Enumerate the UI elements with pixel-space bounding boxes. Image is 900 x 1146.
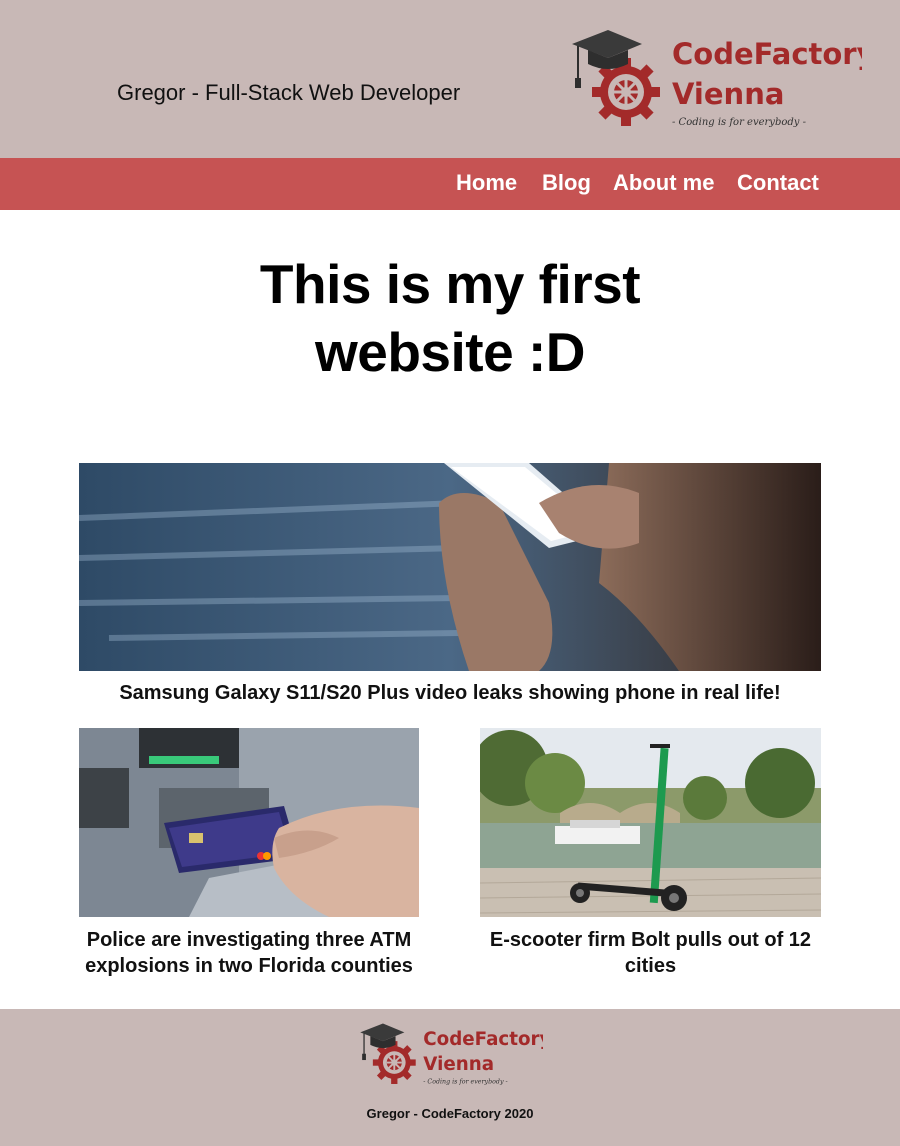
article-title[interactable]: E-scooter firm Bolt pulls out of 12 citi… [480, 927, 821, 979]
nav-home-link[interactable]: Home [456, 170, 517, 196]
codefactory-logo[interactable]: CodeFactory Vienna - Coding is for every… [570, 28, 862, 132]
article-card-atm[interactable]: Police are investigating three ATM explo… [79, 728, 419, 979]
footer-copyright: Gregor - CodeFactory 2020 [366, 1106, 534, 1121]
codefactory-logo-graphic: CodeFactory Vienna - Coding is for every… [572, 30, 862, 128]
atm-card-photo[interactable] [79, 728, 419, 917]
logo-text-line1: CodeFactory [672, 37, 862, 71]
article-card-samsung[interactable]: Samsung Galaxy S11/S20 Plus video leaks … [79, 463, 821, 706]
article-title[interactable]: Police are investigating three ATM explo… [79, 927, 419, 979]
logo-text-line1: CodeFactory [423, 1029, 543, 1050]
nav-blog-link[interactable]: Blog [542, 170, 591, 196]
site-header: Gregor - Full-Stack Web Developer CodeFa… [0, 0, 900, 158]
smartphone-photo[interactable] [79, 463, 821, 671]
nav-contact-link[interactable]: Contact [737, 170, 819, 196]
page-heading: This is my first website :D [259, 253, 641, 383]
article-title[interactable]: Samsung Galaxy S11/S20 Plus video leaks … [79, 680, 821, 706]
logo-text-line2: Vienna [423, 1054, 494, 1075]
footer-logo-graphic: CodeFactory Vienna - Coding is for every… [360, 1023, 543, 1085]
logo-tagline: - Coding is for everybody - [423, 1078, 507, 1085]
main-nav: Home Blog About me Contact [0, 158, 900, 210]
e-scooter-photo[interactable] [480, 728, 821, 917]
footer-logo[interactable]: CodeFactory Vienna - Coding is for every… [359, 1022, 543, 1088]
article-card-scooter[interactable]: E-scooter firm Bolt pulls out of 12 citi… [480, 728, 821, 979]
logo-text-line2: Vienna [672, 77, 784, 111]
site-title: Gregor - Full-Stack Web Developer [117, 80, 461, 105]
logo-tagline: - Coding is for everybody - [672, 117, 807, 128]
nav-about-me-link[interactable]: About me [613, 170, 714, 196]
